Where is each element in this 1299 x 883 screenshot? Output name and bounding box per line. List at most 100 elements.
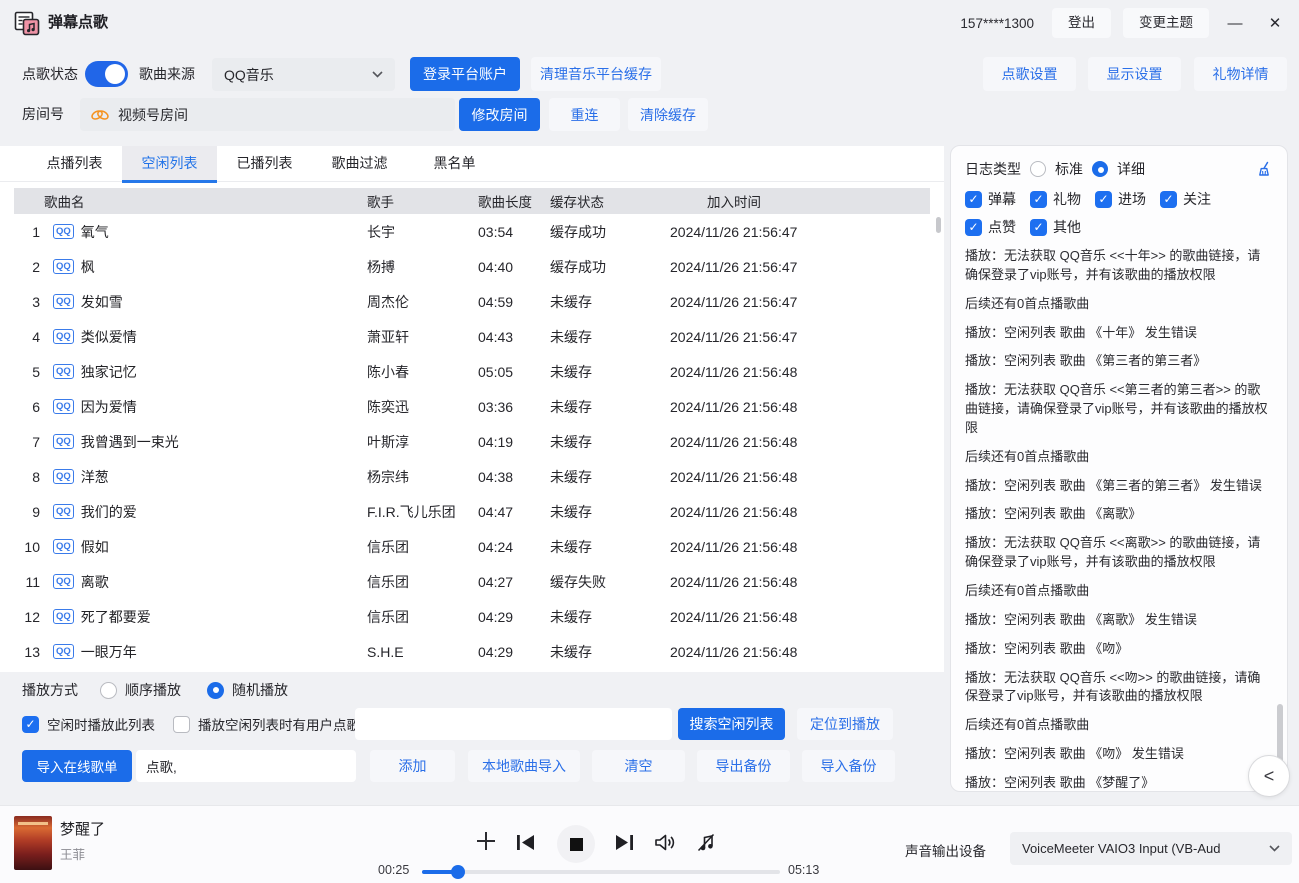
log-filter-checkbox[interactable]	[1030, 191, 1047, 208]
song-added-time: 2024/11/26 21:56:48	[670, 399, 930, 415]
source-value: QQ音乐	[224, 65, 364, 85]
log-type-radio[interactable]	[1030, 161, 1046, 177]
stop-button[interactable]	[557, 825, 595, 863]
table-row[interactable]: 2QQ枫杨搏04:40缓存成功2024/11/26 21:56:47	[14, 249, 930, 284]
progress-thumb[interactable]	[451, 865, 465, 879]
table-row[interactable]: 1QQ氧气长宇03:54缓存成功2024/11/26 21:56:47	[14, 214, 930, 249]
song-name: 我们的爱	[81, 502, 137, 522]
display-settings-button[interactable]: 显示设置	[1088, 57, 1181, 91]
song-added-time: 2024/11/26 21:56:47	[670, 224, 930, 240]
clear-cache-button[interactable]: 清除缓存	[628, 98, 708, 131]
switch-on-request-checkbox[interactable]	[173, 716, 190, 733]
table-row[interactable]: 12QQ死了都要爱信乐团04:29未缓存2024/11/26 21:56:48	[14, 599, 930, 634]
log-filter-item: 关注	[1160, 189, 1211, 209]
log-filter-item: 礼物	[1030, 189, 1081, 209]
album-art	[14, 816, 52, 870]
log-filter-checkbox[interactable]	[965, 191, 982, 208]
song-name: 发如雪	[81, 292, 123, 312]
idle-play-checkbox[interactable]	[22, 716, 39, 733]
log-filter-item: 点赞	[965, 217, 1016, 237]
song-index: 8	[14, 469, 40, 485]
tab-request-list[interactable]: 点播列表	[27, 146, 122, 182]
song-index: 1	[14, 224, 40, 240]
export-backup-button[interactable]: 导出备份	[697, 750, 790, 782]
search-idle-button[interactable]: 搜索空闲列表	[678, 708, 785, 740]
tab-idle-list[interactable]: 空闲列表	[122, 146, 217, 182]
room-label: 房间号	[22, 98, 64, 131]
tab-played-list[interactable]: 已播列表	[217, 146, 312, 182]
import-online-playlist-button[interactable]: 导入在线歌单	[22, 750, 132, 782]
table-row[interactable]: 10QQ假如信乐团04:24未缓存2024/11/26 21:56:48	[14, 529, 930, 564]
next-track-icon[interactable]	[614, 834, 634, 851]
log-entry: 后续还有0首点播歌曲	[965, 295, 1273, 314]
log-panel: 日志类型 标准详细 弹幕礼物进场关注点赞其他 播放：无法获取 QQ音乐 <<十年…	[950, 145, 1288, 792]
song-source-badge: QQ	[53, 539, 74, 554]
log-entry: 播放：无法获取 QQ音乐 <<离歌>> 的歌曲链接，请确保登录了vip账号，并有…	[965, 534, 1273, 572]
locate-playing-button[interactable]: 定位到播放	[797, 708, 893, 740]
previous-track-icon[interactable]	[516, 834, 536, 851]
log-filter-item: 弹幕	[965, 189, 1016, 209]
tab-label: 黑名单	[434, 155, 476, 171]
log-filter-checkbox[interactable]	[965, 219, 982, 236]
log-filter-checkbox[interactable]	[1095, 191, 1112, 208]
log-filter-checkbox[interactable]	[1160, 191, 1177, 208]
table-row[interactable]: 11QQ离歌信乐团04:27缓存失败2024/11/26 21:56:48	[14, 564, 930, 599]
collapse-panel-button[interactable]: <	[1248, 755, 1290, 797]
table-row[interactable]: 13QQ一眼万年S.H.E04:29未缓存2024/11/26 21:56:48	[14, 634, 930, 669]
local-import-button[interactable]: 本地歌曲导入	[468, 750, 580, 782]
playback-mode-radio[interactable]	[100, 682, 117, 699]
app-title: 弹幕点歌	[48, 0, 108, 46]
clear-list-button[interactable]: 清空	[592, 750, 685, 782]
song-cache-status: 未缓存	[550, 292, 670, 312]
reconnect-button[interactable]: 重连	[549, 98, 620, 131]
modify-room-button[interactable]: 修改房间	[459, 98, 540, 131]
close-button[interactable]: ✕	[1261, 14, 1289, 32]
playlist-input[interactable]	[136, 750, 356, 782]
source-select[interactable]: QQ音乐	[212, 58, 395, 91]
login-platform-button[interactable]: 登录平台账户	[410, 57, 520, 91]
song-cache-status: 缓存失败	[550, 572, 670, 592]
search-idle-input[interactable]	[355, 708, 672, 740]
song-source-badge: QQ	[53, 399, 74, 414]
clear-log-broom-icon[interactable]	[1256, 161, 1273, 178]
log-entry: 后续还有0首点播歌曲	[965, 582, 1273, 601]
status-toggle[interactable]	[85, 61, 128, 87]
table-scrollbar[interactable]	[936, 217, 941, 233]
audio-output-select[interactable]: VoiceMeeter VAIO3 Input (VB-Aud	[1010, 832, 1292, 865]
song-added-time: 2024/11/26 21:56:48	[670, 469, 930, 485]
add-song-icon[interactable]	[475, 830, 497, 852]
tab-blacklist[interactable]: 黑名单	[407, 146, 502, 182]
table-row[interactable]: 8QQ洋葱杨宗纬04:38未缓存2024/11/26 21:56:48	[14, 459, 930, 494]
lyrics-off-icon[interactable]	[696, 833, 716, 852]
log-filter-label: 弹幕	[988, 189, 1016, 209]
log-filter-label: 关注	[1183, 189, 1211, 209]
song-duration: 05:05	[478, 364, 550, 380]
audio-output-value: VoiceMeeter VAIO3 Input (VB-Aud	[1022, 841, 1261, 856]
log-type-radio[interactable]	[1092, 161, 1108, 177]
table-row[interactable]: 5QQ独家记忆陈小春05:05未缓存2024/11/26 21:56:48	[14, 354, 930, 389]
progress-track[interactable]	[422, 870, 780, 874]
playback-mode-radio[interactable]	[207, 682, 224, 699]
table-row[interactable]: 6QQ因为爱情陈奕迅03:36未缓存2024/11/26 21:56:48	[14, 389, 930, 424]
minimize-button[interactable]: —	[1221, 15, 1249, 32]
table-row[interactable]: 4QQ类似爱情萧亚轩04:43未缓存2024/11/26 21:56:47	[14, 319, 930, 354]
table-row[interactable]: 3QQ发如雪周杰伦04:59未缓存2024/11/26 21:56:47	[14, 284, 930, 319]
add-button[interactable]: 添加	[370, 750, 455, 782]
clean-music-cache-button[interactable]: 清理音乐平台缓存	[531, 57, 661, 91]
volume-icon[interactable]	[654, 833, 676, 852]
song-index: 12	[14, 609, 40, 625]
logout-button[interactable]: 登出	[1052, 8, 1111, 38]
song-list-panel: 点播列表空闲列表已播列表歌曲过滤黑名单 歌曲名 歌手 歌曲长度 缓存状态 加入时…	[0, 146, 944, 672]
table-row[interactable]: 7QQ我曾遇到一束光叶斯淳04:19未缓存2024/11/26 21:56:48	[14, 424, 930, 459]
import-backup-button[interactable]: 导入备份	[802, 750, 895, 782]
room-number-input[interactable]	[118, 107, 445, 123]
song-settings-button[interactable]: 点歌设置	[983, 57, 1076, 91]
chevron-down-icon	[1269, 845, 1280, 852]
song-duration: 04:24	[478, 539, 550, 555]
table-row[interactable]: 9QQ我们的爱F.I.R.飞儿乐团04:47未缓存2024/11/26 21:5…	[14, 494, 930, 529]
song-source-badge: QQ	[53, 224, 74, 239]
log-filter-checkbox[interactable]	[1030, 219, 1047, 236]
change-theme-button[interactable]: 变更主题	[1123, 8, 1209, 38]
gift-details-button[interactable]: 礼物详情	[1194, 57, 1287, 91]
tab-song-filter[interactable]: 歌曲过滤	[312, 146, 407, 182]
